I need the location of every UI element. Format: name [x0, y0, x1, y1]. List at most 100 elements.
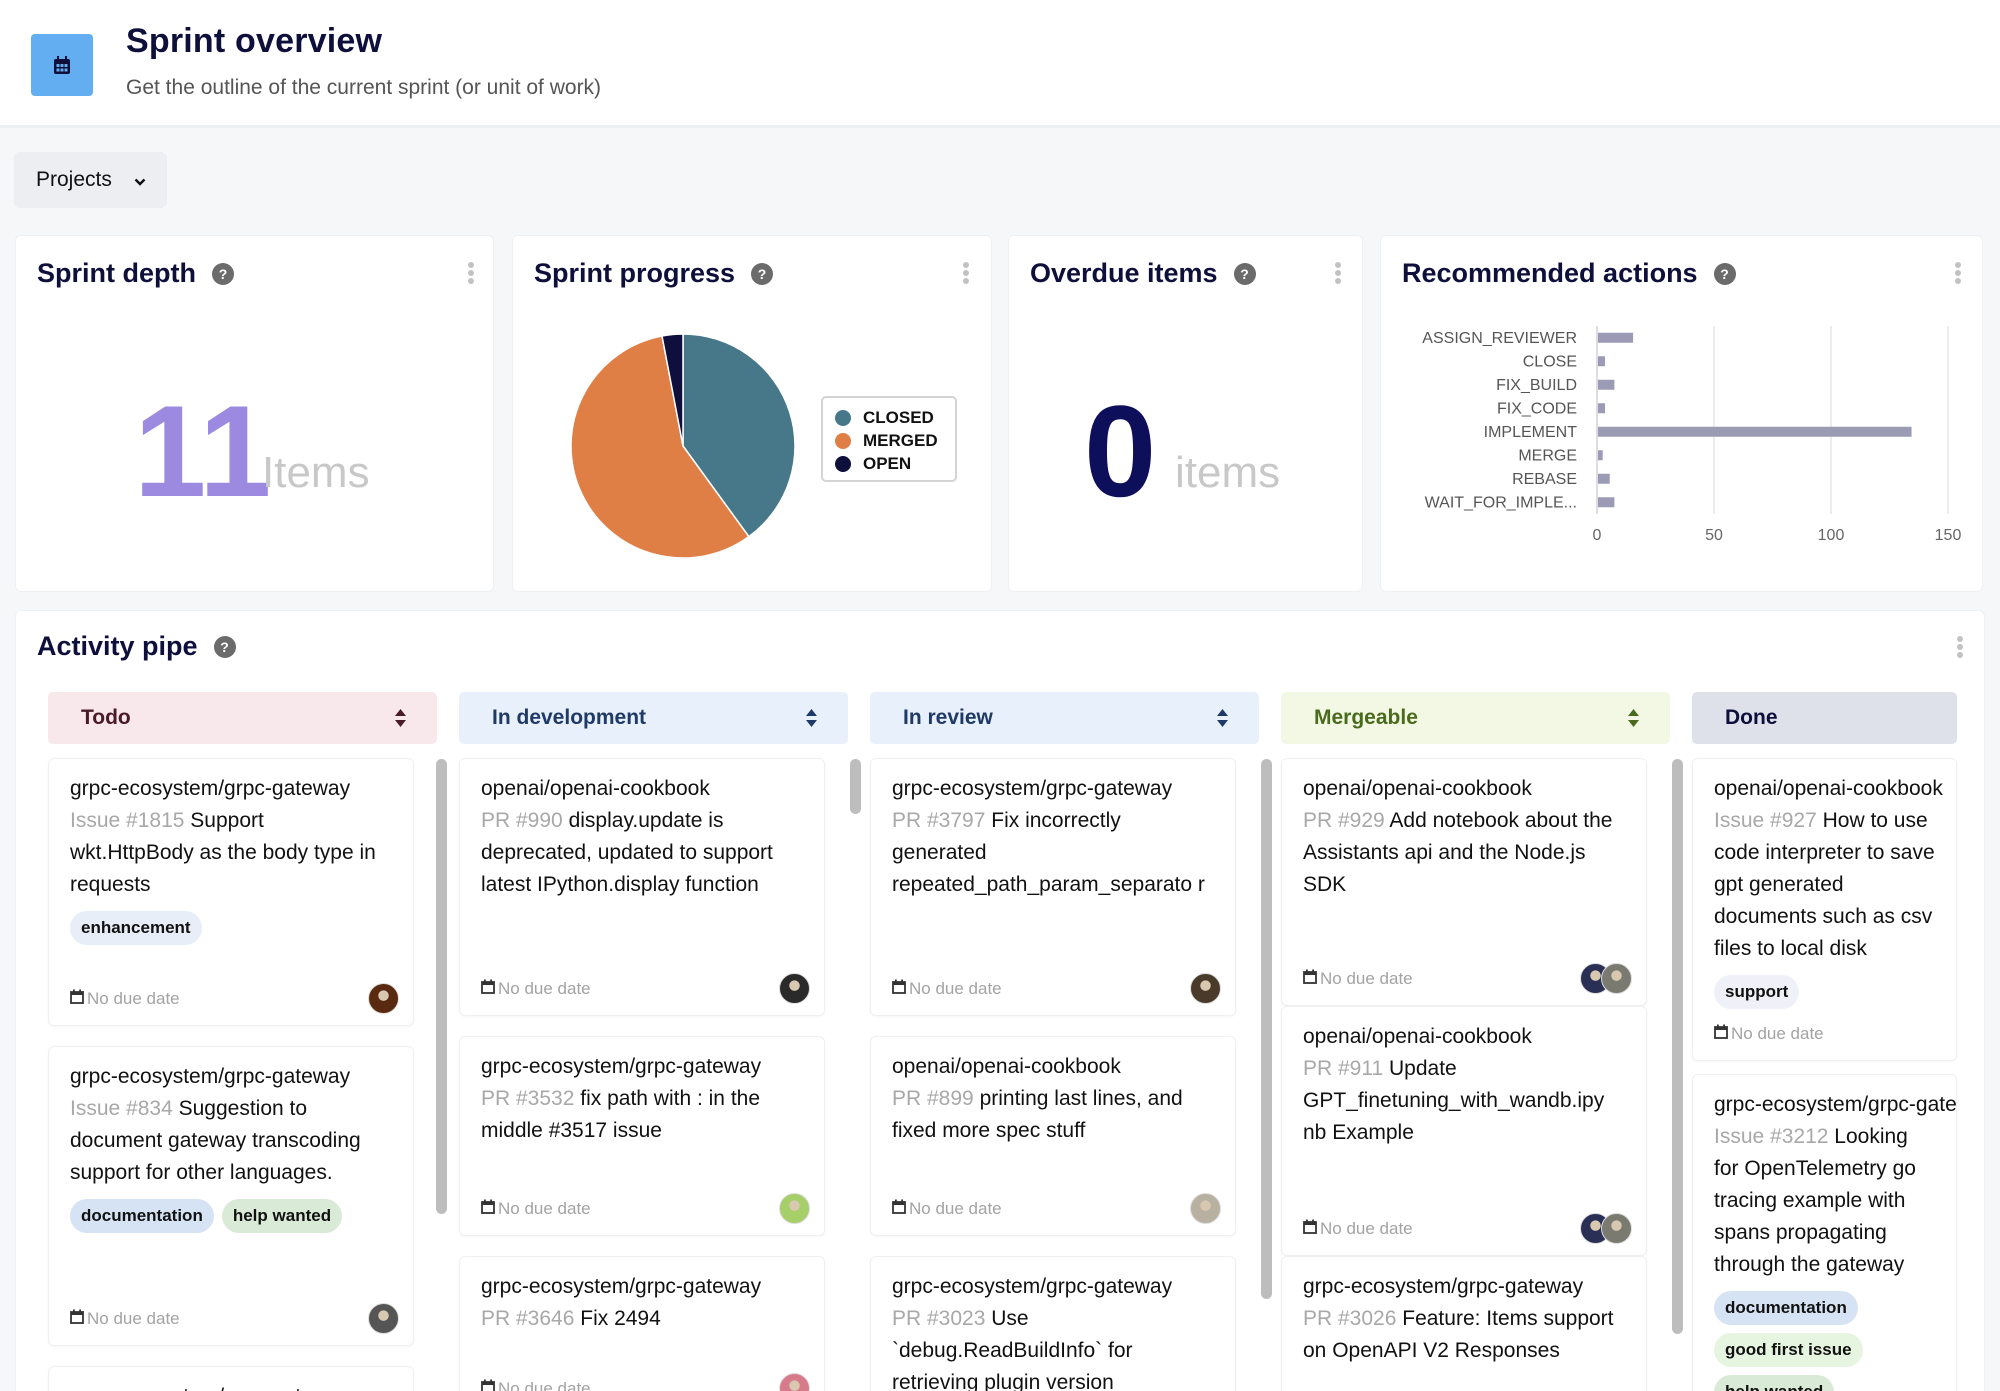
kanban-card[interactable]: grpc-ecosystem/grpc-gateway PR #3797 Fix …	[870, 758, 1236, 1016]
kanban-card[interactable]: grpc-ecosystem/grpc-gateway Issue #1815 S…	[48, 758, 414, 1026]
column-header-done[interactable]: Done	[1692, 692, 1957, 744]
sort-icon[interactable]	[394, 708, 407, 734]
avatar[interactable]	[779, 973, 810, 1004]
bar-merge[interactable]	[1598, 450, 1603, 461]
card-ref[interactable]: PR #929	[1303, 809, 1385, 832]
projects-dropdown[interactable]: Projects	[14, 152, 167, 208]
kanban-card[interactable]: openai/openai-cookbook Issue #927 How to …	[1692, 758, 1957, 1061]
card-repo[interactable]: grpc-ecosystem/grpc-gateway	[892, 773, 1214, 805]
card-repo[interactable]: grpc-ecosystem/grpc-gateway	[1303, 1271, 1625, 1303]
column-header-todo[interactable]: Todo	[48, 692, 437, 744]
card-repo[interactable]: grpc-ecosystem/grpc-gateway	[481, 1051, 803, 1083]
kanban-card[interactable]: grpc-ecosystem/grpc-gateway PR #3646 Fix …	[459, 1256, 825, 1391]
kanban-card[interactable]: openai/openai-cookbook PR #911 Update GPT…	[1281, 1006, 1647, 1256]
tag-label[interactable]: help wanted	[221, 1199, 343, 1233]
card-ref[interactable]: Issue #3212	[1714, 1125, 1828, 1148]
column-scrollbar[interactable]	[850, 759, 861, 814]
card-ref[interactable]: PR #3023	[892, 1307, 985, 1330]
help-icon[interactable]: ?	[751, 262, 774, 285]
projects-label: Projects	[36, 168, 112, 191]
bar-fix_build[interactable]	[1598, 379, 1615, 390]
column-header-in-development[interactable]: In development	[459, 692, 848, 744]
tag-list: documentation good first issue help wanted	[1714, 1291, 1935, 1391]
avatar[interactable]	[779, 1193, 810, 1224]
widget-title: Sprint depth	[37, 258, 196, 288]
avatar[interactable]	[368, 983, 399, 1014]
bar-close[interactable]	[1598, 356, 1606, 367]
card-repo[interactable]: openai/openai-cookbook	[892, 1051, 1214, 1083]
kanban-card[interactable]: grpc-ecosystem/grpc-gatewayIssue #3212 L…	[1692, 1074, 1957, 1391]
card-ref[interactable]: Issue #927	[1714, 809, 1817, 832]
kanban-card[interactable]: openai/openai-cookbook PR #990 display.up…	[459, 758, 825, 1016]
card-repo[interactable]: grpc-ecosystem/grpc-gateway	[1714, 1089, 1956, 1121]
kanban-card[interactable]: openai/openai-cookbook PR #929 Add notebo…	[1281, 758, 1647, 1006]
card-ref[interactable]: PR #3532	[481, 1087, 574, 1110]
column-header-mergeable[interactable]: Mergeable	[1281, 692, 1670, 744]
kanban-card[interactable]: grpc-ecosystem/grpc-gateway PR #3023 Use …	[870, 1256, 1236, 1391]
more-options-icon[interactable]	[1954, 262, 1962, 284]
card-ref[interactable]: PR #3797	[892, 809, 985, 832]
assignee-avatars	[1580, 963, 1632, 994]
sort-icon[interactable]	[1216, 708, 1229, 734]
avatar[interactable]	[368, 1303, 399, 1334]
legend-item-closed[interactable]: CLOSED	[835, 406, 943, 429]
due-date: No due date	[481, 979, 591, 999]
help-icon[interactable]: ?	[1233, 262, 1256, 285]
tag-label[interactable]: good first issue	[1714, 1333, 1863, 1367]
card-repo[interactable]: openai/openai-cookbook	[1303, 773, 1625, 805]
tag-label[interactable]: support	[1714, 975, 1800, 1009]
legend-item-merged[interactable]: MERGED	[835, 429, 943, 452]
more-options-icon[interactable]	[962, 262, 970, 284]
card-repo[interactable]: grpc-ecosystem/grpc-gateway	[481, 1271, 803, 1303]
bar-wait_for_imple...[interactable]	[1598, 497, 1615, 508]
column-header-in-review[interactable]: In review	[870, 692, 1259, 744]
card-ref[interactable]: PR #899	[892, 1087, 974, 1110]
tag-label[interactable]: enhancement	[70, 911, 202, 945]
card-repo[interactable]: openai/openai-cookbook	[481, 773, 803, 805]
card-ref[interactable]: PR #3646	[481, 1307, 574, 1330]
more-options-icon[interactable]	[1334, 262, 1342, 284]
column-scrollbar[interactable]	[1261, 759, 1272, 1299]
kanban-card[interactable]: grpc-ecosystem/grpc-gateway PR #3532 fix …	[459, 1036, 825, 1236]
column-scrollbar[interactable]	[1672, 759, 1683, 1334]
card-ref[interactable]: PR #911	[1303, 1057, 1383, 1080]
due-date: No due date	[481, 1379, 591, 1391]
bar-implement[interactable]	[1598, 426, 1912, 437]
more-options-icon[interactable]	[467, 262, 475, 284]
kanban-card[interactable]: grpc-ecosystem/grpc-gateway Issue #834 Su…	[48, 1046, 414, 1346]
avatar[interactable]	[1190, 1193, 1221, 1224]
calendar-icon	[1714, 1024, 1731, 1044]
tag-label[interactable]: documentation	[1714, 1291, 1858, 1325]
card-ref[interactable]: PR #3026	[1303, 1307, 1396, 1330]
card-ref[interactable]: Issue #1815	[70, 809, 184, 832]
card-ref[interactable]: PR #990	[481, 809, 563, 832]
sort-icon[interactable]	[805, 708, 818, 734]
bar-rebase[interactable]	[1598, 473, 1610, 484]
card-repo[interactable]: grpc-ecosystem/grpc-gateway	[70, 1381, 392, 1391]
avatar[interactable]	[1190, 973, 1221, 1004]
card-repo[interactable]: grpc-ecosystem/grpc-gateway	[70, 1061, 392, 1093]
card-repo[interactable]: grpc-ecosystem/grpc-gateway	[892, 1271, 1214, 1303]
kanban-card[interactable]: grpc-ecosystem/grpc-gateway PR #3026 Feat…	[1281, 1256, 1647, 1391]
card-repo[interactable]: grpc-ecosystem/grpc-gateway	[70, 773, 392, 805]
card-repo[interactable]: openai/openai-cookbook	[1714, 773, 1943, 805]
bar-fix_code[interactable]	[1598, 403, 1606, 414]
column-scrollbar[interactable]	[436, 759, 447, 1214]
card-body: Issue #1815 Support wkt.HttpBody as the …	[70, 805, 392, 901]
bar-assign_reviewer[interactable]	[1598, 332, 1634, 343]
card-repo[interactable]: openai/openai-cookbook	[1303, 1021, 1625, 1053]
tag-label[interactable]: documentation	[70, 1199, 214, 1233]
help-icon[interactable]: ?	[211, 262, 234, 285]
sort-icon[interactable]	[1627, 708, 1640, 734]
kanban-card[interactable]: grpc-ecosystem/grpc-gateway	[48, 1366, 414, 1391]
avatar[interactable]	[1601, 1213, 1632, 1244]
tag-label[interactable]: help wanted	[1714, 1375, 1835, 1391]
avatar[interactable]	[779, 1373, 810, 1391]
due-date: No due date	[1303, 1219, 1413, 1239]
avatar[interactable]	[1601, 963, 1632, 994]
kanban-card[interactable]: openai/openai-cookbook PR #899 printing l…	[870, 1036, 1236, 1236]
help-icon[interactable]: ?	[1713, 262, 1736, 285]
card-ref[interactable]: Issue #834	[70, 1097, 173, 1120]
legend-item-open[interactable]: OPEN	[835, 452, 943, 475]
chevron-down-icon	[134, 168, 146, 192]
